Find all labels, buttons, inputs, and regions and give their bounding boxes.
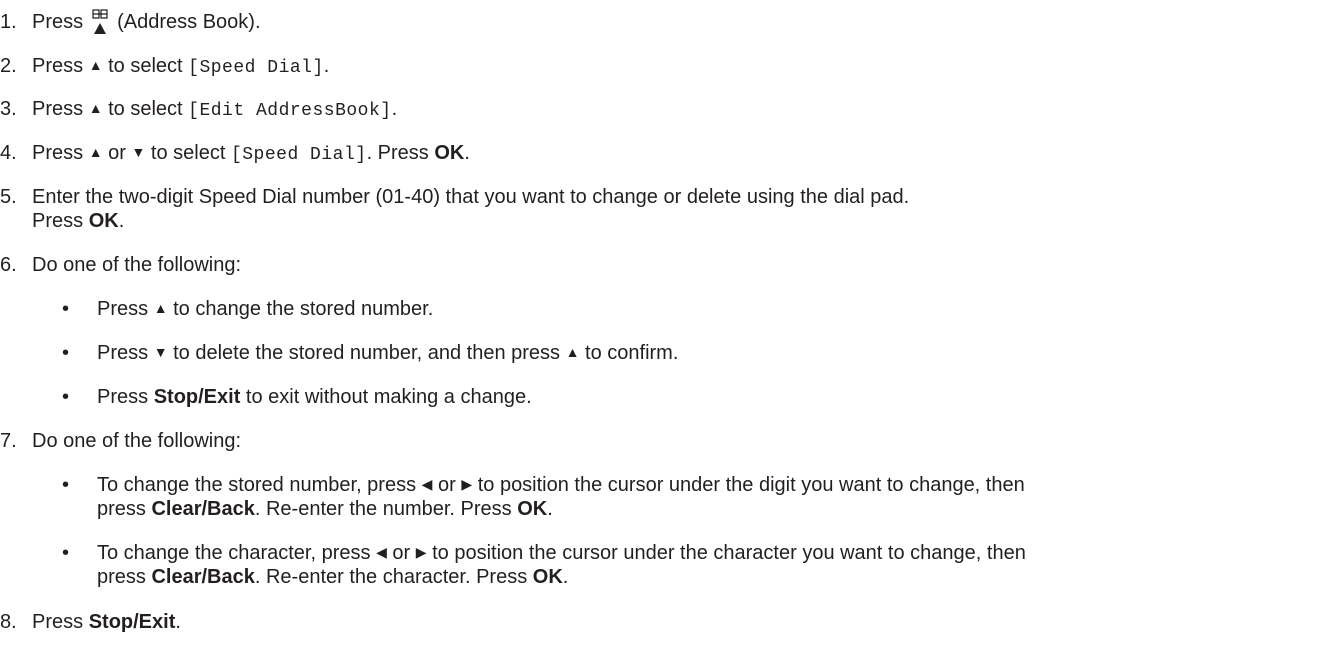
key-label: Stop/Exit [88, 611, 176, 633]
step-number: 1. [0, 11, 17, 33]
up-arrow-icon: ▲ [88, 57, 103, 73]
key-label: Clear/Back [151, 566, 255, 588]
step-number: 4. [0, 142, 17, 164]
up-arrow-icon: ▲ [88, 100, 103, 116]
down-arrow-icon: ▼ [153, 344, 168, 360]
key-label: OK [532, 566, 563, 588]
down-arrow-icon: ▼ [131, 144, 146, 160]
step-number: 5. [0, 186, 17, 208]
bullet: • [62, 386, 70, 408]
bullet: • [62, 298, 70, 320]
menu-option: [Speed Dial] [188, 58, 324, 78]
address-book-icon [89, 9, 111, 35]
menu-option: [Edit AddressBook] [188, 101, 392, 121]
key-label: OK [517, 498, 548, 520]
left-arrow-icon: ◀ [376, 544, 387, 560]
bullet: • [62, 342, 70, 364]
key-label: OK [88, 210, 119, 232]
step-number: 3. [0, 98, 17, 120]
menu-option: [Speed Dial] [230, 145, 367, 165]
right-arrow-icon: ▶ [461, 476, 473, 492]
up-arrow-icon: ▲ [153, 300, 168, 316]
bullet: • [62, 542, 70, 564]
left-arrow-icon: ◀ [421, 476, 433, 492]
key-label: Clear/Back [151, 498, 255, 520]
bullet: • [62, 474, 70, 496]
step-number: 7. [0, 430, 17, 452]
key-label: Stop/Exit [153, 386, 241, 408]
up-arrow-icon: ▲ [88, 144, 103, 160]
key-label: OK [434, 142, 465, 164]
step-number: 8. [0, 611, 17, 633]
up-arrow-icon: ▲ [565, 344, 580, 360]
right-arrow-icon: ▶ [415, 544, 427, 560]
step-number: 2. [0, 55, 17, 77]
step-number: 6. [0, 254, 17, 276]
